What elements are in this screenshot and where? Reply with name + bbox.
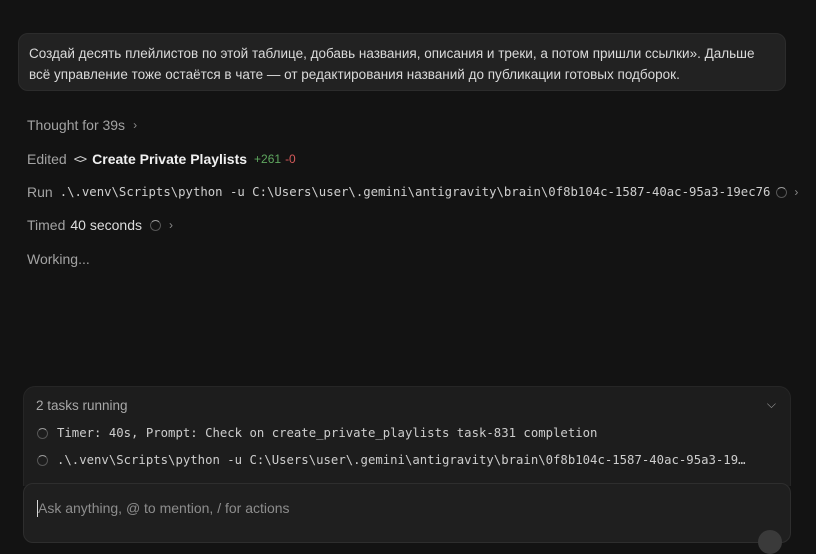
working-label: Working...	[27, 251, 90, 267]
run-step[interactable]: Run .\.venv\Scripts\python -u C:\Users\u…	[27, 184, 798, 200]
thought-step[interactable]: Thought for 39s ›	[27, 117, 137, 133]
user-message-text: Создай десять плейлистов по этой таблице…	[29, 46, 755, 82]
edited-file-name[interactable]: Create Private Playlists	[92, 151, 247, 167]
spinner-icon	[776, 186, 788, 198]
timed-label: Timed	[27, 217, 66, 233]
chat-input-box	[23, 483, 791, 554]
user-message-bubble: Создай десять плейлистов по этой таблице…	[18, 33, 786, 91]
code-icon: <>	[73, 152, 87, 166]
chevron-right-icon: ›	[794, 185, 799, 199]
tasks-header[interactable]: 2 tasks running	[36, 398, 128, 413]
working-status: Working...	[27, 251, 90, 267]
spinner-icon	[150, 219, 161, 231]
thought-label: Thought for 39s	[27, 117, 126, 133]
spinner-icon	[37, 427, 48, 439]
running-tasks-panel: 2 tasks running ⌵ Timer: 40s, Prompt: Ch…	[23, 386, 791, 486]
chevron-right-icon: ›	[133, 118, 138, 132]
timed-step[interactable]: Timed 40 seconds ›	[27, 217, 173, 233]
spinner-icon	[37, 454, 48, 466]
timed-duration: 40 seconds	[70, 217, 142, 233]
edited-step[interactable]: Edited <> Create Private Playlists +261 …	[27, 151, 296, 167]
chevron-right-icon: ›	[169, 218, 173, 232]
send-button[interactable]	[758, 530, 782, 554]
task-text: .\.venv\Scripts\python -u C:\Users\user\…	[57, 453, 746, 467]
run-label: Run	[27, 184, 53, 200]
chevron-down-icon[interactable]: ⌵	[767, 397, 776, 412]
run-command: .\.venv\Scripts\python -u C:\Users\user\…	[59, 185, 771, 199]
chat-input[interactable]	[36, 496, 736, 520]
task-text: Timer: 40s, Prompt: Check on create_priv…	[57, 426, 598, 440]
lines-removed: -0	[285, 152, 296, 166]
task-item-timer[interactable]: Timer: 40s, Prompt: Check on create_priv…	[37, 426, 782, 440]
edited-label: Edited	[27, 151, 67, 167]
task-item-run[interactable]: .\.venv\Scripts\python -u C:\Users\user\…	[37, 453, 782, 467]
lines-added: +261	[254, 152, 282, 166]
